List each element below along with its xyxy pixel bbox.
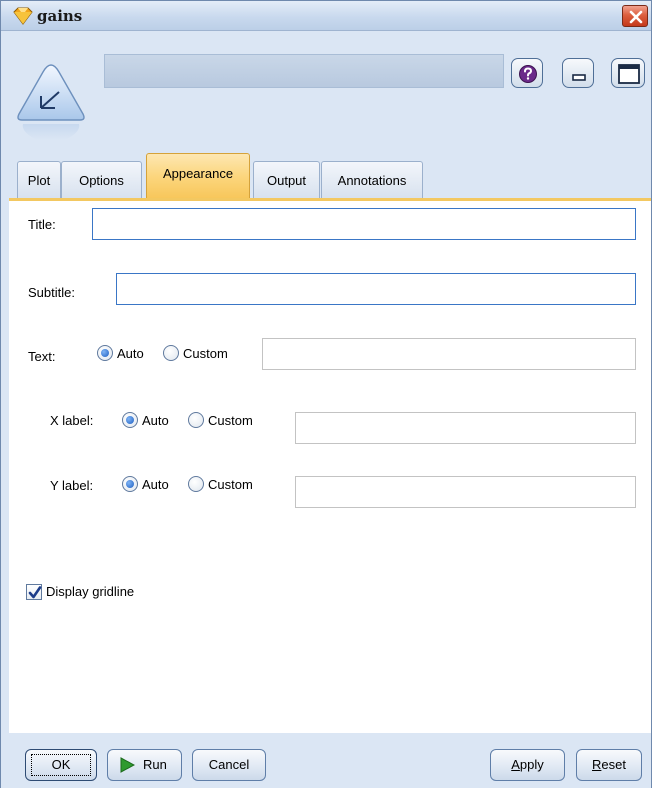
xlabel-auto-radio[interactable]: [122, 412, 138, 428]
ylabel-custom-input[interactable]: [295, 476, 636, 508]
text-custom-radio[interactable]: [163, 345, 179, 361]
text-custom-label: Custom: [183, 346, 228, 361]
ylabel-custom-label: Custom: [208, 477, 253, 492]
focus-rectangle: [31, 754, 91, 776]
run-arrow-icon: [120, 757, 135, 773]
run-label: Run: [143, 757, 167, 772]
cancel-label: Cancel: [208, 757, 250, 772]
xlabel-custom-radio[interactable]: [188, 412, 204, 428]
reset-button[interactable]: Reset: [576, 749, 642, 781]
dialog-window: gains Plot Options Appearance Output Ann…: [0, 0, 652, 788]
ylabel-custom-radio[interactable]: [188, 476, 204, 492]
tab-annotations[interactable]: Annotations: [321, 161, 423, 199]
xlabel-custom-input[interactable]: [295, 412, 636, 444]
minimize-button[interactable]: [562, 58, 594, 88]
button-bar: OK Run Cancel Apply Reset: [1, 734, 651, 788]
apply-label: pply: [519, 757, 544, 772]
window-title: gains: [37, 7, 83, 25]
close-button[interactable]: [622, 5, 648, 27]
ylabel-auto-radio[interactable]: [122, 476, 138, 492]
ylabel-auto-label: Auto: [142, 477, 169, 492]
checkmark-icon: [28, 586, 42, 599]
tab-output[interactable]: Output: [253, 161, 320, 199]
maximize-button[interactable]: [611, 58, 645, 88]
gridline-label: Display gridline: [46, 584, 135, 599]
title-bar[interactable]: gains: [1, 1, 651, 31]
text-auto-radio[interactable]: [97, 345, 113, 361]
node-header: [1, 32, 651, 150]
reset-mnemonic: R: [592, 757, 602, 772]
help-icon: [519, 65, 537, 83]
text-label: Text:: [28, 349, 56, 364]
reset-label: eset: [601, 757, 626, 772]
appearance-panel: Title: Subtitle: Text: Auto Custom X lab…: [9, 201, 651, 733]
tab-appearance[interactable]: Appearance: [146, 153, 250, 199]
apply-button[interactable]: Apply: [490, 749, 565, 781]
tab-options[interactable]: Options: [61, 161, 142, 199]
xlabel-auto-label: Auto: [142, 413, 169, 428]
subtitle-input[interactable]: [116, 273, 636, 305]
gridline-checkbox[interactable]: [26, 584, 42, 600]
run-button[interactable]: Run: [107, 749, 182, 781]
ylabel-label: Y label:: [50, 478, 94, 493]
title-input[interactable]: [92, 208, 636, 240]
subtitle-label: Subtitle:: [28, 285, 75, 300]
xlabel-custom-label: Custom: [208, 413, 253, 428]
apply-mnemonic: A: [511, 757, 520, 772]
title-label: Title:: [28, 217, 56, 232]
minimize-icon: [572, 74, 586, 81]
tab-plot[interactable]: Plot: [17, 161, 61, 199]
text-custom-input[interactable]: [262, 338, 636, 370]
close-icon: [629, 10, 643, 24]
xlabel-label: X label:: [50, 413, 94, 428]
help-button[interactable]: [511, 58, 543, 88]
cancel-button[interactable]: Cancel: [192, 749, 266, 781]
node-name-field[interactable]: [104, 54, 504, 88]
gem-icon: [13, 7, 33, 25]
text-auto-label: Auto: [117, 346, 144, 361]
plot-node-icon: [15, 62, 87, 158]
maximize-icon: [618, 64, 640, 84]
ok-button[interactable]: OK: [25, 749, 97, 781]
